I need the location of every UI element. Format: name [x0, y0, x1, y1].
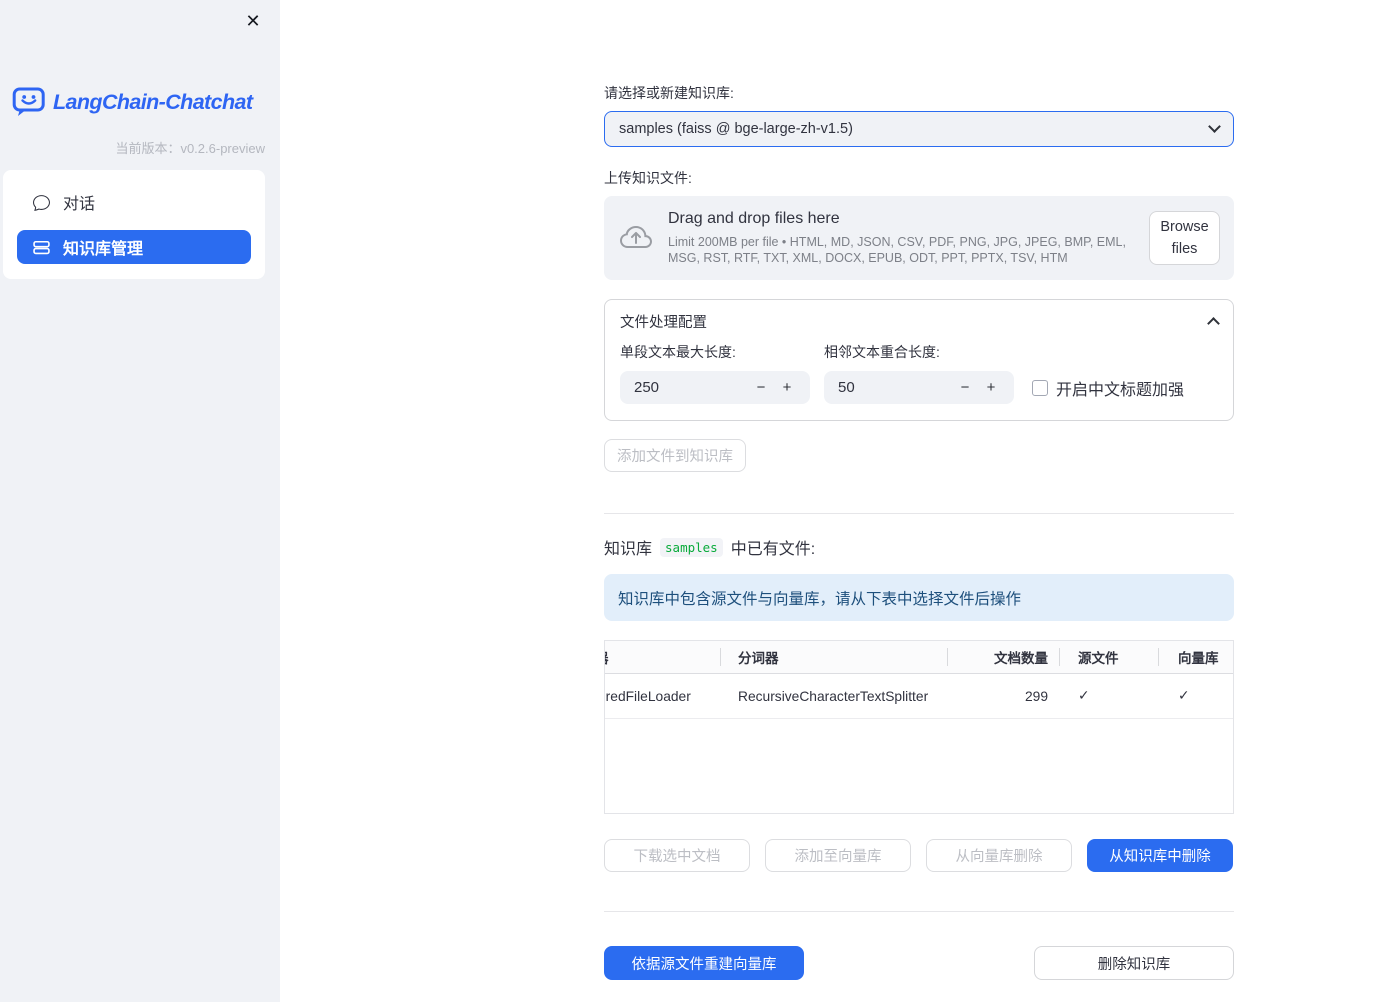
- overlap-increment-button[interactable]: +: [978, 373, 1004, 403]
- sidebar-item-kb-management[interactable]: 知识库管理: [17, 230, 251, 264]
- sidebar-menu: 对话 知识库管理: [3, 170, 265, 279]
- chevron-down-icon: [1208, 120, 1221, 133]
- info-banner: 知识库中包含源文件与向量库，请从下表中选择文件后操作: [604, 574, 1234, 621]
- cell-loader: uredFileLoader: [605, 688, 691, 704]
- uploader-label: 上传知识文件:: [604, 170, 692, 186]
- chunk-size-input[interactable]: 250 − +: [620, 371, 810, 404]
- kb-files-suffix: 中已有文件:: [730, 541, 816, 558]
- table-header-doc-count: 文档数量: [947, 641, 1059, 673]
- table-header-row: 器 分词器 文档数量 源文件 向量库: [605, 641, 1233, 674]
- chevron-up-icon: [1207, 317, 1220, 330]
- overlap-label: 相邻文本重合长度:: [824, 344, 940, 360]
- zh-title-enhance-checkbox[interactable]: [1032, 379, 1048, 396]
- table-row[interactable]: uredFileLoader RecursiveCharacterTextSpl…: [605, 674, 1233, 719]
- add-to-vector-store-button[interactable]: 添加至向量库: [765, 839, 911, 872]
- file-config-title: 文件处理配置: [620, 314, 707, 331]
- divider: [604, 911, 1234, 912]
- app-logo: LangChain-Chatchat: [12, 86, 270, 118]
- logo-chat-smiley-icon: [12, 87, 45, 116]
- kb-list-icon: [33, 240, 50, 254]
- file-actions-toolbar: 下载选中文档 添加至向量库 从向量库删除 从知识库中删除: [604, 839, 1234, 872]
- uploader-hint: Limit 200MB per file • HTML, MD, JSON, C…: [668, 234, 1126, 265]
- overlap-value: 50: [838, 379, 855, 396]
- divider: [604, 513, 1234, 514]
- rebuild-vector-store-button[interactable]: 依据源文件重建向量库: [604, 946, 804, 980]
- table-header-splitter: 分词器: [720, 641, 947, 673]
- version-value: v0.2.6-preview: [180, 141, 265, 156]
- download-selected-docs-button[interactable]: 下载选中文档: [604, 839, 750, 872]
- sidebar-item-chat[interactable]: 对话: [17, 185, 251, 219]
- chunk-size-decrement-button[interactable]: −: [748, 373, 774, 403]
- info-banner-text: 知识库中包含源文件与向量库，请从下表中选择文件后操作: [618, 590, 1022, 608]
- cell-doc-count: 299: [1024, 688, 1048, 704]
- table-header-vector-store: 向量库: [1158, 641, 1233, 673]
- sidebar: ✕ LangChain-Chatchat 当前版本：v0.2.6-preview…: [0, 0, 280, 1002]
- sidebar-item-label: 知识库管理: [63, 241, 144, 258]
- version-text: 当前版本：v0.2.6-preview: [115, 138, 265, 157]
- sidebar-close-button[interactable]: ✕: [238, 6, 268, 36]
- kb-select-label: 请选择或新建知识库:: [604, 85, 734, 101]
- kb-files-table[interactable]: 器 分词器 文档数量 源文件 向量库 uredFileLoader Recurs…: [604, 640, 1234, 814]
- uploader-title: Drag and drop files here: [668, 209, 840, 227]
- kb-actions-row: 依据源文件重建向量库 删除知识库: [604, 946, 1234, 980]
- file-config-expander: 文件处理配置 单段文本最大长度: 250 − + 相邻文本重合长度: 50 − …: [604, 299, 1234, 421]
- main-content: 请选择或新建知识库: samples (faiss @ bge-large-zh…: [604, 0, 1234, 980]
- overlap-input[interactable]: 50 − +: [824, 371, 1014, 404]
- table-header-loader: 器: [605, 641, 720, 673]
- overlap-decrement-button[interactable]: −: [952, 373, 978, 403]
- app-logo-text: LangChain-Chatchat: [53, 89, 253, 114]
- zh-title-enhance-label: 开启中文标题加强: [1056, 381, 1185, 399]
- kb-files-heading: 知识库 samples 中已有文件:: [604, 535, 1234, 559]
- kb-name-code: samples: [660, 537, 723, 557]
- cell-vector-store-check: ✓: [1178, 688, 1190, 703]
- kb-selectbox[interactable]: samples (faiss @ bge-large-zh-v1.5): [604, 111, 1234, 147]
- cloud-upload-icon: [620, 226, 652, 248]
- close-icon: ✕: [245, 11, 261, 31]
- chunk-size-value: 250: [634, 379, 660, 396]
- add-files-to-kb-button[interactable]: 添加文件到知识库: [604, 439, 746, 472]
- delete-kb-button[interactable]: 删除知识库: [1034, 946, 1234, 980]
- file-config-expander-header[interactable]: 文件处理配置: [620, 300, 1220, 342]
- version-label: 当前版本：: [115, 141, 181, 156]
- delete-from-vector-store-button[interactable]: 从向量库删除: [926, 839, 1072, 872]
- kb-files-prefix: 知识库: [604, 541, 653, 558]
- kb-selectbox-value: samples (faiss @ bge-large-zh-v1.5): [619, 121, 853, 137]
- cell-source-file-check: ✓: [1078, 688, 1090, 703]
- table-header-source-file: 源文件: [1059, 641, 1158, 673]
- file-dropzone[interactable]: Drag and drop files here Limit 200MB per…: [604, 196, 1234, 280]
- chunk-size-increment-button[interactable]: +: [774, 373, 800, 403]
- chunk-size-label: 单段文本最大长度:: [620, 344, 736, 360]
- delete-from-kb-button[interactable]: 从知识库中删除: [1087, 839, 1233, 872]
- uploader-texts: Drag and drop files here Limit 200MB per…: [668, 210, 1133, 267]
- cell-splitter: RecursiveCharacterTextSplitter: [738, 688, 929, 704]
- sidebar-item-label: 对话: [63, 196, 96, 213]
- chat-bubble-icon: [33, 194, 50, 211]
- browse-files-button[interactable]: Browse files: [1149, 210, 1220, 266]
